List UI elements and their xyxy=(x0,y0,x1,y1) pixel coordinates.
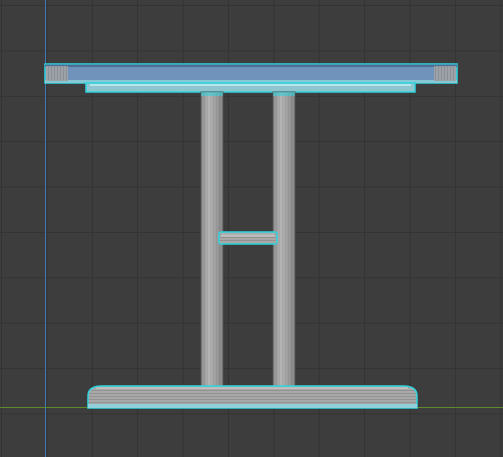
table-model[interactable] xyxy=(0,0,503,457)
stretcher[interactable] xyxy=(218,231,278,245)
table-top[interactable] xyxy=(44,63,458,84)
base[interactable] xyxy=(87,385,418,409)
3d-viewport[interactable] xyxy=(0,0,503,457)
apron[interactable] xyxy=(85,82,416,93)
